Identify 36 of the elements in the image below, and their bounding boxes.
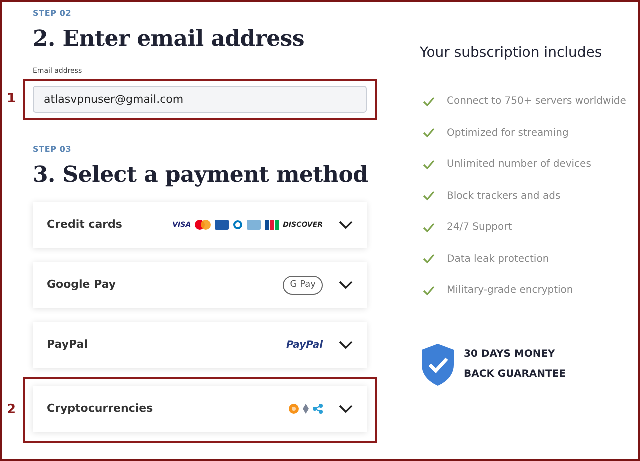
feature-text: Unlimited number of devices [447,158,592,172]
check-icon [423,286,435,296]
card-logo [265,220,280,230]
section-heading: 3. Select a payment method [33,162,370,188]
step-label: STEP 03 [33,144,73,156]
check-icon [423,96,435,107]
paypal-logo: PayPal [286,338,323,353]
card-logo [195,220,212,230]
feature-text: Data leak protection [447,252,550,267]
feature-text: Connect to 750+ servers worldwide [447,95,626,110]
section-heading: 2. Enter email address [33,26,306,52]
step-label: STEP 02 [33,8,73,20]
annotation-number: 2 [7,402,16,420]
check-icon [423,191,435,202]
check-icon [423,222,435,233]
feature-text: Military-grade encryption [447,284,574,298]
panel-title: Your subscription includes [420,44,604,63]
bitcoin-icon [289,404,299,414]
check-icon [423,254,435,264]
check-icon [423,160,435,170]
feature-text: Block trackers and ads [447,190,561,204]
payment-option[interactable]: Google Pay G Pay [33,262,367,308]
shield-icon [420,342,456,386]
feature-text: Optimized for streaming [447,126,569,141]
ethereum-icon [303,404,309,414]
ripple-icon [313,404,323,414]
feature-text: 24/7 Support [447,221,512,236]
check-icon [423,128,435,138]
card-logo [233,220,244,230]
email-field[interactable]: atlasvpnuser@gmail.com [33,86,367,113]
guarantee-text: BACK GUARANTEE [464,368,566,382]
annotation-number: 1 [7,90,16,109]
guarantee-text: 30 DAYS MONEY [464,348,556,362]
payment-option[interactable]: Cryptocurrencies [33,386,367,432]
gpay-logo: G Pay [283,276,323,296]
payment-option[interactable]: PayPal PayPal [33,322,367,368]
